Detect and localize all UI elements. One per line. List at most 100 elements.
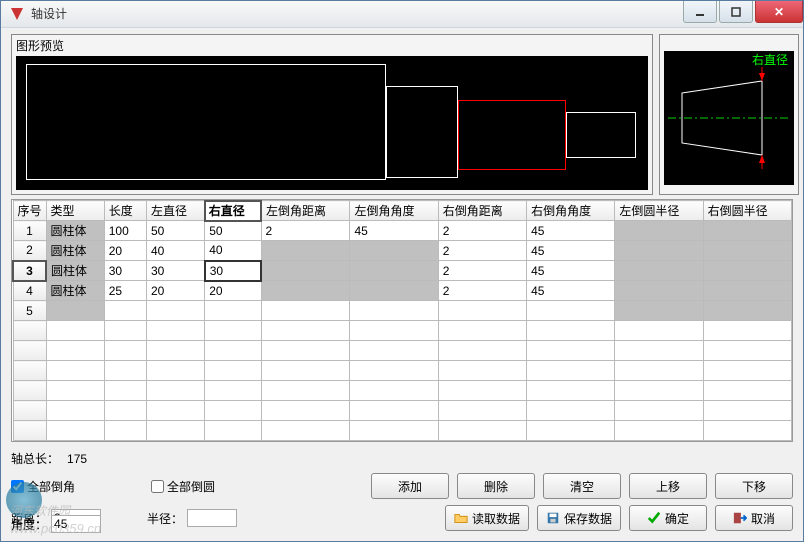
grid-cell[interactable] (350, 361, 438, 381)
grid-cell[interactable] (205, 361, 261, 381)
grid-cell[interactable]: 30 (104, 261, 146, 281)
grid-cell[interactable] (146, 421, 204, 441)
grid-cell[interactable]: 45 (527, 261, 615, 281)
grid-cell[interactable] (205, 381, 261, 401)
grid-cell[interactable] (350, 321, 438, 341)
grid-cell[interactable]: 50 (205, 221, 261, 241)
grid-cell[interactable] (350, 261, 438, 281)
grid-cell[interactable] (146, 401, 204, 421)
grid-cell[interactable] (615, 301, 703, 321)
data-grid[interactable]: 序号类型长度左直径右直径左倒角距离左倒角角度右倒角距离右倒角角度左倒圆半径右倒圆… (11, 199, 793, 443)
grid-cell[interactable] (615, 281, 703, 301)
grid-cell[interactable] (703, 341, 791, 361)
grid-cell[interactable] (438, 361, 526, 381)
grid-cell[interactable]: 2 (438, 241, 526, 261)
grid-cell[interactable] (205, 401, 261, 421)
grid-cell[interactable] (261, 341, 350, 361)
clear-button[interactable]: 清空 (543, 473, 621, 499)
grid-cell[interactable] (350, 401, 438, 421)
grid-cell[interactable] (615, 221, 703, 241)
grid-cell[interactable] (46, 301, 104, 321)
grid-cell[interactable]: 40 (146, 241, 204, 261)
grid-cell[interactable] (104, 321, 146, 341)
row-header[interactable]: 4 (13, 281, 46, 301)
grid-cell[interactable] (527, 361, 615, 381)
grid-cell[interactable] (527, 321, 615, 341)
grid-cell[interactable] (703, 321, 791, 341)
grid-cell[interactable] (615, 321, 703, 341)
grid-cell[interactable] (261, 281, 350, 301)
grid-cell[interactable] (615, 261, 703, 281)
row-header[interactable]: 2 (13, 241, 46, 261)
grid-cell[interactable] (104, 341, 146, 361)
grid-cell[interactable]: 20 (104, 241, 146, 261)
grid-cell[interactable] (703, 241, 791, 261)
grid-cell[interactable] (703, 221, 791, 241)
grid-cell[interactable] (46, 421, 104, 441)
grid-cell[interactable] (438, 421, 526, 441)
grid-cell[interactable] (350, 301, 438, 321)
grid-cell[interactable] (527, 401, 615, 421)
grid-cell[interactable] (104, 301, 146, 321)
grid-cell[interactable] (350, 281, 438, 301)
row-header[interactable]: 1 (13, 221, 46, 241)
grid-cell[interactable]: 45 (527, 221, 615, 241)
grid-cell[interactable] (438, 321, 526, 341)
grid-cell[interactable] (205, 421, 261, 441)
column-header[interactable]: 长度 (104, 201, 146, 221)
column-header[interactable]: 左倒角距离 (261, 201, 350, 221)
grid-cell[interactable] (615, 401, 703, 421)
grid-cell[interactable] (261, 361, 350, 381)
grid-cell[interactable] (703, 401, 791, 421)
grid-cell[interactable]: 圆柱体 (46, 261, 104, 281)
maximize-button[interactable] (719, 1, 753, 23)
grid-cell[interactable]: 25 (104, 281, 146, 301)
grid-cell[interactable] (205, 321, 261, 341)
grid-cell[interactable] (104, 361, 146, 381)
column-header[interactable]: 右倒角角度 (527, 201, 615, 221)
grid-cell[interactable]: 2 (438, 221, 526, 241)
grid-cell[interactable]: 20 (146, 281, 204, 301)
grid-cell[interactable] (261, 261, 350, 281)
grid-cell[interactable] (438, 301, 526, 321)
column-header[interactable]: 右倒圆半径 (703, 201, 791, 221)
column-header[interactable]: 类型 (46, 201, 104, 221)
grid-cell[interactable] (46, 401, 104, 421)
grid-cell[interactable] (261, 401, 350, 421)
grid-cell[interactable]: 圆柱体 (46, 221, 104, 241)
grid-cell[interactable]: 100 (104, 221, 146, 241)
grid-cell[interactable] (615, 421, 703, 441)
grid-cell[interactable] (46, 361, 104, 381)
row-header[interactable]: 5 (13, 301, 46, 321)
grid-cell[interactable] (527, 381, 615, 401)
grid-cell[interactable]: 45 (527, 281, 615, 301)
column-header[interactable]: 左倒角角度 (350, 201, 438, 221)
grid-cell[interactable] (46, 321, 104, 341)
grid-cell[interactable] (615, 241, 703, 261)
grid-cell[interactable] (350, 381, 438, 401)
grid-cell[interactable] (146, 381, 204, 401)
grid-cell[interactable] (527, 301, 615, 321)
grid-cell[interactable] (205, 341, 261, 361)
grid-cell[interactable] (146, 321, 204, 341)
grid-cell[interactable] (703, 381, 791, 401)
add-button[interactable]: 添加 (371, 473, 449, 499)
grid-cell[interactable] (703, 301, 791, 321)
grid-cell[interactable] (205, 301, 261, 321)
grid-cell[interactable] (46, 341, 104, 361)
row-header[interactable]: 3 (13, 261, 46, 281)
grid-cell[interactable] (615, 381, 703, 401)
grid-cell[interactable] (104, 381, 146, 401)
grid-cell[interactable] (261, 301, 350, 321)
grid-cell[interactable] (261, 321, 350, 341)
grid-cell[interactable]: 2 (261, 221, 350, 241)
grid-cell[interactable] (104, 421, 146, 441)
grid-cell[interactable] (350, 421, 438, 441)
grid-cell[interactable] (104, 401, 146, 421)
grid-cell[interactable] (46, 381, 104, 401)
grid-cell[interactable] (703, 261, 791, 281)
grid-cell[interactable]: 45 (527, 241, 615, 261)
grid-cell[interactable] (438, 381, 526, 401)
grid-cell[interactable] (615, 341, 703, 361)
grid-cell[interactable]: 圆柱体 (46, 281, 104, 301)
